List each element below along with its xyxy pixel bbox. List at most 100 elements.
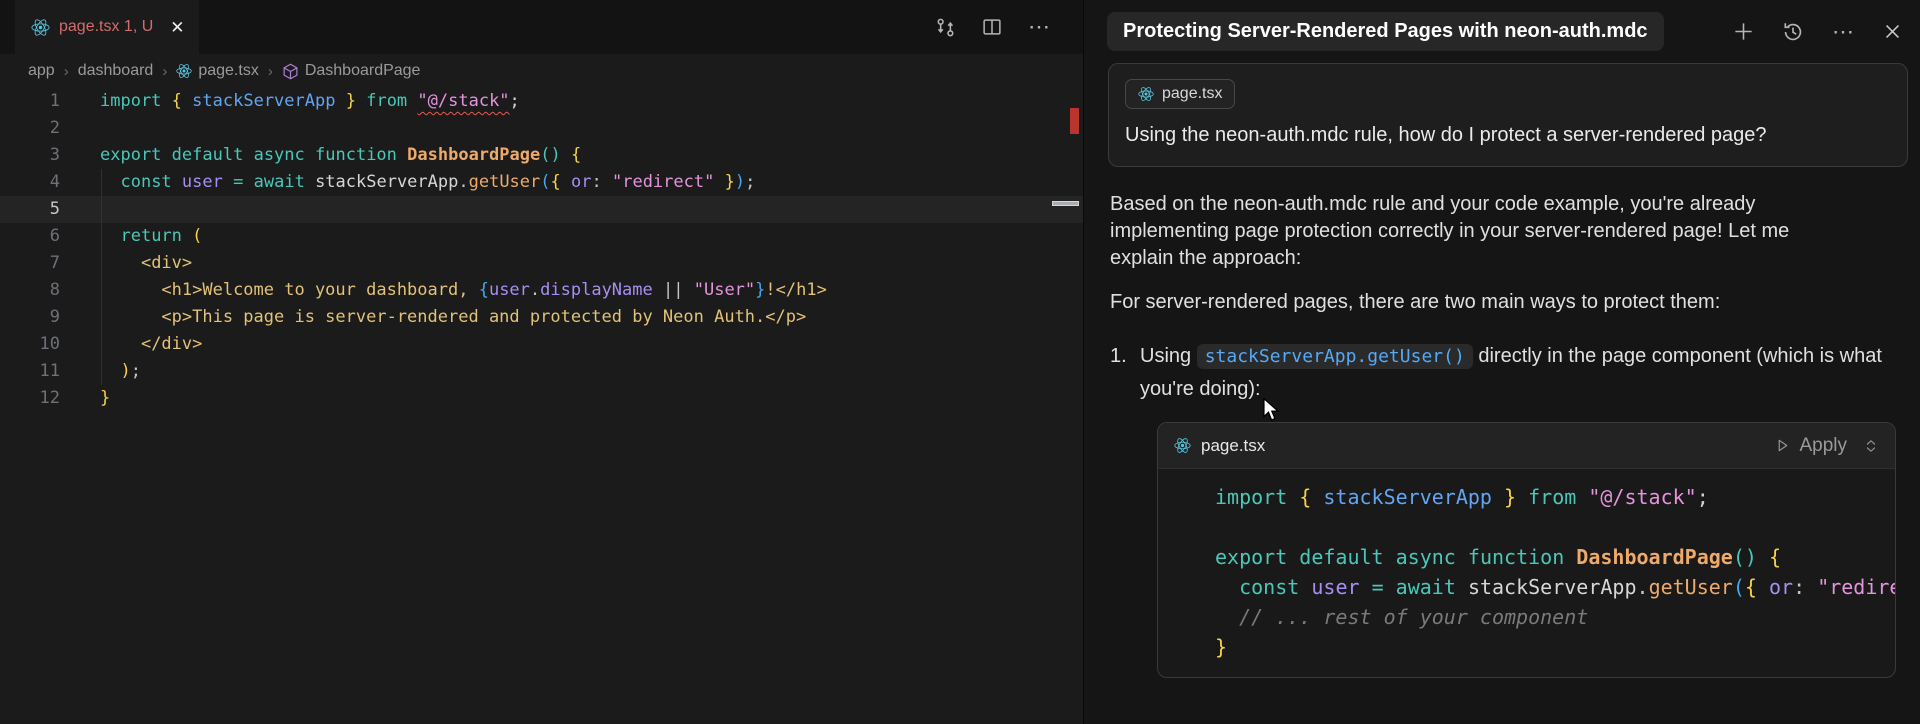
code-text: }: [1175, 632, 1227, 662]
chat-more-actions-icon[interactable]: ⋯: [1832, 21, 1855, 43]
line-number: 8: [0, 277, 60, 304]
code-text: return (: [60, 223, 202, 250]
code-line: 10 </div>: [0, 331, 1083, 358]
chat-toolbar: ⋯: [1723, 21, 1902, 43]
code-text: import { stackServerApp } from "@/stack"…: [1175, 482, 1709, 512]
code-line: 2: [0, 115, 1083, 142]
code-line: 8 <h1>Welcome to your dashboard, {user.d…: [0, 277, 1083, 304]
code-text: <div>: [60, 250, 192, 277]
tab-close-icon[interactable]: ✕: [170, 19, 184, 36]
tab-page-tsx[interactable]: page.tsx 1, U ✕: [15, 0, 199, 54]
code-line: }: [1175, 632, 1895, 662]
react-icon: [176, 63, 192, 79]
namespace-cube-icon: [282, 63, 299, 80]
response-paragraph: Based on the neon-auth.mdc rule and your…: [1110, 191, 1810, 272]
tab-label: page.tsx 1, U: [59, 18, 153, 36]
user-question-text: Using the neon-auth.mdc rule, how do I p…: [1125, 124, 1891, 147]
code-text: [1175, 512, 1215, 542]
line-number: 3: [0, 142, 60, 169]
chat-header: Protecting Server-Rendered Pages with ne…: [1084, 0, 1920, 51]
code-line: 11 );: [0, 358, 1083, 385]
code-line: export default async function DashboardP…: [1175, 542, 1895, 572]
code-text: // ... rest of your component: [1175, 602, 1588, 632]
assistant-response: Based on the neon-auth.mdc rule and your…: [1110, 191, 1906, 678]
line-number: 4: [0, 169, 60, 196]
breadcrumb-separator: ›: [268, 63, 273, 80]
file-context-chip[interactable]: page.tsx: [1125, 79, 1235, 109]
editor-pane: page.tsx 1, U ✕ ⋯ app › dashboard › page…: [0, 0, 1084, 724]
code-block-filename[interactable]: page.tsx: [1201, 432, 1265, 459]
code-text: export default async function DashboardP…: [1175, 542, 1781, 572]
line-number: 11: [0, 358, 60, 385]
overview-ruler-error-marker: [1070, 108, 1079, 134]
line-number: 12: [0, 385, 60, 412]
apply-button[interactable]: Apply: [1775, 432, 1847, 459]
breadcrumb-dashboard[interactable]: dashboard: [78, 62, 154, 80]
code-text: import { stackServerApp } from "@/stack"…: [60, 88, 520, 115]
code-text: </div>: [60, 331, 202, 358]
code-line: 7 <div>: [0, 250, 1083, 277]
breadcrumb-app[interactable]: app: [28, 62, 55, 80]
list-item-text: Using stackServerApp.getUser() directly …: [1140, 340, 1906, 406]
chat-code-block: page.tsx Apply import { stackServerApp }…: [1157, 422, 1896, 678]
new-chat-icon[interactable]: [1733, 21, 1754, 42]
code-text: <h1>Welcome to your dashboard, {user.dis…: [60, 277, 827, 304]
line-number: 10: [0, 331, 60, 358]
code-line: [1175, 512, 1895, 542]
list-text-pre: Using: [1140, 345, 1197, 367]
code-line: 1import { stackServerApp } from "@/stack…: [0, 88, 1083, 115]
code-line: import { stackServerApp } from "@/stack"…: [1175, 482, 1895, 512]
breadcrumb-separator: ›: [64, 63, 69, 80]
react-icon: [31, 18, 50, 37]
chat-panel: Protecting Server-Rendered Pages with ne…: [1084, 0, 1920, 724]
breadcrumb-separator: ›: [162, 63, 167, 80]
breadcrumb-file-label: page.tsx: [198, 62, 258, 80]
expand-collapse-icon[interactable]: [1863, 438, 1879, 454]
breadcrumb-symbol-label: DashboardPage: [305, 62, 421, 80]
code-block-header: page.tsx Apply: [1158, 423, 1895, 469]
line-number: 6: [0, 223, 60, 250]
code-block-actions: Apply: [1775, 432, 1879, 459]
breadcrumb-file[interactable]: page.tsx: [176, 62, 258, 80]
code-line: 5: [0, 196, 1083, 223]
breadcrumb: app › dashboard › page.tsx › DashboardPa…: [0, 54, 1083, 88]
line-number: 5: [0, 196, 60, 223]
code-line: 4 const user = await stackServerApp.getU…: [0, 169, 1083, 196]
chat-close-icon[interactable]: [1883, 22, 1902, 41]
react-icon: [1174, 437, 1191, 454]
code-text: );: [60, 358, 141, 385]
tab-bar: page.tsx 1, U ✕ ⋯: [0, 0, 1083, 54]
editor-toolbar: ⋯: [935, 0, 1083, 54]
code-editor[interactable]: 1import { stackServerApp } from "@/stack…: [0, 88, 1083, 412]
code-line: const user = await stackServerApp.getUse…: [1175, 572, 1895, 602]
code-text: }: [60, 385, 110, 412]
code-text: [60, 115, 100, 142]
inline-code: stackServerApp.getUser(): [1197, 344, 1473, 369]
compare-changes-icon[interactable]: [935, 17, 956, 38]
react-icon: [1138, 86, 1154, 102]
breadcrumb-symbol[interactable]: DashboardPage: [282, 62, 421, 80]
code-line: 12}: [0, 385, 1083, 412]
user-message: page.tsx Using the neon-auth.mdc rule, h…: [1108, 63, 1908, 167]
code-block-body: import { stackServerApp } from "@/stack"…: [1158, 469, 1895, 677]
overview-ruler-cursor-marker: [1052, 201, 1079, 206]
history-icon[interactable]: [1782, 21, 1804, 43]
line-number: 9: [0, 304, 60, 331]
code-text: const user = await stackServerApp.getUse…: [60, 169, 755, 196]
code-line: 6 return (: [0, 223, 1083, 250]
code-line: // ... rest of your component: [1175, 602, 1895, 632]
response-paragraph: For server-rendered pages, there are two…: [1110, 289, 1906, 316]
apply-label: Apply: [1799, 432, 1847, 459]
play-icon: [1775, 438, 1790, 453]
code-text: <p>This page is server-rendered and prot…: [60, 304, 806, 331]
line-number: 2: [0, 115, 60, 142]
editor-more-actions-icon[interactable]: ⋯: [1028, 16, 1051, 38]
code-text: [60, 196, 100, 223]
list-marker: 1.: [1110, 340, 1140, 406]
chat-title: Protecting Server-Rendered Pages with ne…: [1107, 12, 1664, 51]
split-editor-icon[interactable]: [982, 17, 1002, 37]
line-number: 7: [0, 250, 60, 277]
code-text: export default async function DashboardP…: [60, 142, 581, 169]
code-line: 3export default async function Dashboard…: [0, 142, 1083, 169]
code-line: 9 <p>This page is server-rendered and pr…: [0, 304, 1083, 331]
